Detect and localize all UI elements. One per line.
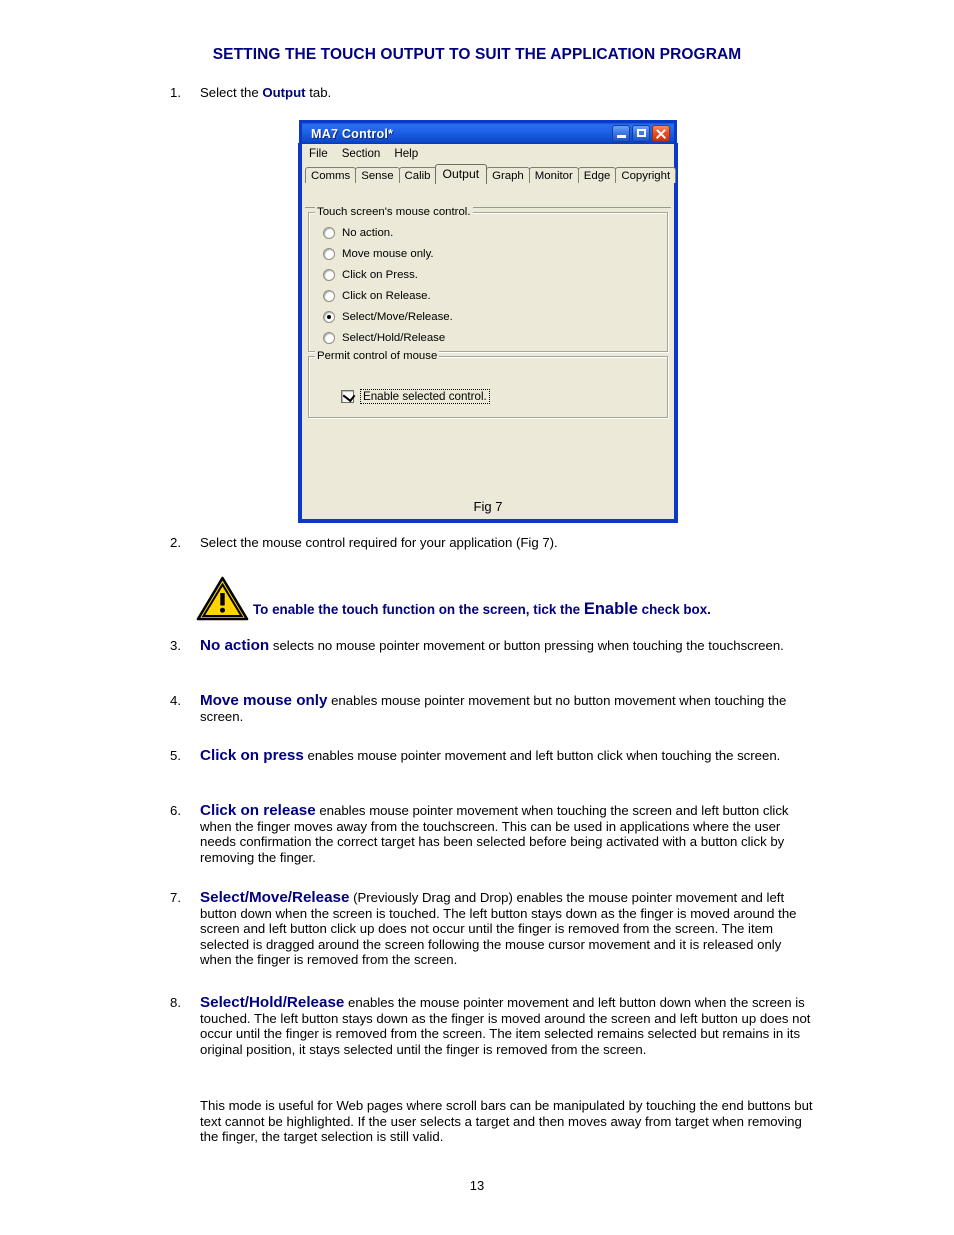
figure-ma7-control-window: MA7 Control* File Section Help Comms Sen… [299, 120, 677, 522]
close-button[interactable] [652, 125, 670, 142]
warning-text: To enable the touch function on the scre… [249, 600, 711, 621]
step-text: Select the mouse control required for yo… [200, 535, 558, 550]
step1-keyword: Output [262, 85, 306, 100]
radio-label: No action. [342, 227, 394, 239]
step1-post: tab. [305, 85, 332, 100]
step5-body: enables mouse pointer movement and left … [303, 748, 781, 763]
tab-calib[interactable]: Calib [398, 167, 437, 183]
list-item-step-4: 4. Move mouse only enables mouse pointer… [170, 693, 810, 724]
groupbox-permit-legend: Permit control of mouse [315, 350, 440, 362]
warning-post: check box. [637, 602, 711, 617]
warning-triangle-icon [196, 576, 249, 621]
step-number: 1. [170, 85, 181, 100]
step-text: Select/Hold/Release enables the mouse po… [200, 995, 815, 1057]
radio-label: Move mouse only. [342, 248, 434, 260]
radio-select-move-release[interactable]: Select/Move/Release. [323, 310, 453, 324]
document-page: SETTING THE TOUCH OUTPUT TO SUIT THE APP… [0, 0, 954, 1235]
step-number: 3. [170, 638, 181, 653]
minimize-button[interactable] [612, 125, 630, 142]
figure-caption: Fig 7 [473, 499, 503, 514]
step5-keyword: Click on press [200, 747, 304, 764]
step-text: No action selects no mouse pointer movem… [200, 638, 810, 654]
step-text: Move mouse only enables mouse pointer mo… [200, 693, 810, 724]
tab-copyright[interactable]: Copyright [615, 167, 677, 183]
step-text: Click on press enables mouse pointer mov… [200, 748, 815, 764]
tab-output[interactable]: Output [434, 164, 488, 184]
step1-pre: Select the [200, 85, 263, 100]
radio-label: Click on Press. [342, 269, 418, 281]
step3-keyword: No action [200, 637, 270, 654]
warning-emphasis: Enable [583, 600, 638, 618]
menubar: File Section Help [302, 144, 674, 162]
step-number: 6. [170, 803, 181, 818]
radio-move-mouse-only[interactable]: Move mouse only. [323, 247, 434, 261]
radio-click-on-release[interactable]: Click on Release. [323, 289, 431, 303]
step3-body: selects no mouse pointer movement or but… [269, 638, 784, 653]
tab-monitor[interactable]: Monitor [528, 167, 579, 183]
tab-sense[interactable]: Sense [355, 167, 400, 183]
list-item-step-6: 6. Click on release enables mouse pointe… [170, 803, 810, 865]
tab-strip: Comms Sense Calib Output Graph Monitor E… [305, 163, 677, 184]
list-item-step-8-note: This mode is useful for Web pages where … [200, 1098, 815, 1145]
radio-click-on-press[interactable]: Click on Press. [323, 268, 418, 282]
step-text: Click on release enables mouse pointer m… [200, 803, 810, 865]
step-text: Select the Output tab. [200, 85, 590, 101]
radio-icon [323, 248, 335, 260]
checkbox-label: Enable selected control. [360, 389, 490, 404]
radio-icon [323, 290, 335, 302]
list-item-step-5: 5. Click on press enables mouse pointer … [170, 748, 815, 764]
menu-item-help[interactable]: Help [394, 147, 418, 160]
checkbox-icon-checked [341, 389, 356, 403]
step6-keyword: Click on release [200, 802, 316, 819]
warning-callout: To enable the touch function on the scre… [196, 576, 711, 621]
radio-label: Click on Release. [342, 290, 431, 302]
page-title: SETTING THE TOUCH OUTPUT TO SUIT THE APP… [212, 46, 742, 63]
radio-no-action[interactable]: No action. [323, 226, 393, 240]
page-number: 13 [469, 1178, 485, 1193]
groupbox-mouse-control: Touch screen's mouse control. No action.… [308, 206, 668, 352]
radio-icon [323, 332, 335, 344]
list-item-step-8: 8. Select/Hold/Release enables the mouse… [170, 995, 815, 1057]
radio-icon-selected [323, 311, 335, 323]
radio-icon [323, 227, 335, 239]
radio-label: Select/Move/Release. [342, 311, 453, 323]
step-text: Select/Move/Release (Previously Drag and… [200, 890, 815, 968]
tab-edge[interactable]: Edge [577, 167, 617, 183]
radio-icon [323, 269, 335, 281]
step8-note-text: This mode is useful for Web pages where … [200, 1098, 813, 1145]
window-button-group [612, 125, 672, 142]
list-item-step-2: 2. Select the mouse control required for… [170, 535, 790, 551]
tab-page-output: Touch screen's mouse control. No action.… [305, 206, 671, 516]
window-title: MA7 Control* [311, 126, 394, 141]
tab-graph[interactable]: Graph [486, 167, 530, 183]
checkbox-enable-selected-control[interactable]: Enable selected control. [341, 389, 490, 404]
step-number: 4. [170, 693, 181, 708]
list-item-step-7: 7. Select/Move/Release (Previously Drag … [170, 890, 815, 968]
tab-comms[interactable]: Comms [305, 167, 357, 183]
step-number: 5. [170, 748, 181, 763]
warning-pre: To enable the touch function on the scre… [253, 602, 584, 617]
list-item-step-1: 1. Select the Output tab. [170, 85, 590, 101]
step-number: 2. [170, 535, 181, 550]
step-number: 8. [170, 995, 181, 1010]
step-number: 7. [170, 890, 181, 905]
groupbox-permit-control: Permit control of mouse Enable selected … [308, 350, 668, 418]
menu-item-section[interactable]: Section [342, 147, 381, 160]
radio-select-hold-release[interactable]: Select/Hold/Release [323, 331, 445, 345]
radio-label: Select/Hold/Release [342, 332, 446, 344]
step4-keyword: Move mouse only [200, 692, 328, 709]
step8-keyword: Select/Hold/Release [200, 994, 345, 1011]
list-item-step-3: 3. No action selects no mouse pointer mo… [170, 638, 810, 654]
menu-item-file[interactable]: File [309, 147, 328, 160]
groupbox-mouse-control-legend: Touch screen's mouse control. [315, 206, 473, 218]
step7-keyword: Select/Move/Release [200, 889, 350, 906]
window-body: File Section Help Comms Sense Calib Outp… [299, 144, 677, 522]
maximize-button[interactable] [632, 125, 650, 142]
window-titlebar: MA7 Control* [299, 120, 677, 144]
